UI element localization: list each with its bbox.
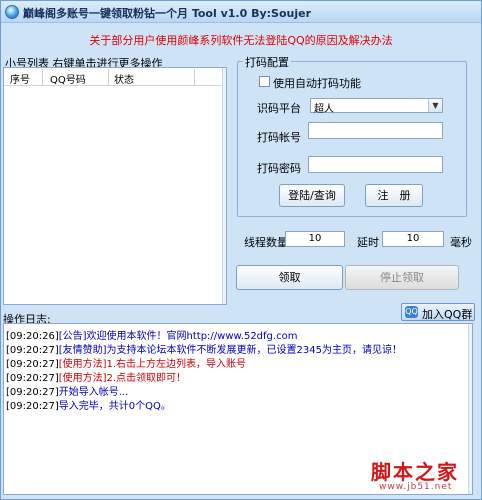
delay-label: 延时 — [357, 236, 379, 249]
column-divider[interactable] — [194, 69, 195, 85]
delay-input[interactable]: 10 — [382, 231, 444, 247]
log-line: [09:20:27][使用方法]2.点击领取即可！ — [6, 369, 186, 384]
thread-count-label: 线程数量 — [244, 236, 288, 249]
log-scrollbar[interactable] — [468, 324, 472, 494]
captcha-password-input[interactable] — [308, 156, 443, 173]
column-header-status[interactable]: 状态 — [114, 71, 134, 86]
account-list-scrollbar[interactable] — [222, 68, 226, 304]
captcha-password-label: 打码密码 — [257, 162, 301, 175]
log-timestamp: [09:20:27] — [6, 401, 59, 412]
title-bar[interactable]: 巅峰阁多账号一键领取粉钻一个月 Tool v1.0 By:Soujer — [1, 1, 481, 23]
watermark-title: 脚本之家 — [371, 460, 459, 484]
main-window: 巅峰阁多账号一键领取粉钻一个月 Tool v1.0 By:Soujer 关于部分… — [0, 0, 482, 500]
auto-captcha-checkbox[interactable] — [259, 76, 270, 87]
chevron-down-icon[interactable]: ▼ — [428, 99, 442, 112]
help-notice-link[interactable]: 关于部分用户使用颜峰系列软件无法登陆QQ的原因及解决办法 — [1, 32, 481, 48]
account-list[interactable]: 序号 QQ号码 状态 — [3, 67, 227, 305]
captcha-account-input[interactable] — [308, 122, 443, 139]
delay-unit-label: 毫秒 — [450, 236, 472, 249]
log-line: [09:20:27]开始导入帐号... — [6, 383, 128, 398]
log-line: [09:20:27]导入完毕，共计0个QQ。 — [6, 397, 171, 412]
thread-count-input[interactable]: 10 — [285, 231, 345, 247]
app-logo-icon — [5, 5, 19, 19]
log-message: 导入完毕，共计0个QQ。 — [58, 401, 171, 412]
platform-select[interactable]: 超人 ▼ — [310, 98, 443, 115]
column-header-index[interactable]: 序号 — [10, 71, 30, 86]
site-watermark: 脚本之家 www.jb51.net — [371, 456, 459, 492]
log-line: [09:20:27][使用方法]1.右击上方左边列表，导入账号 — [6, 355, 246, 370]
window-title: 巅峰阁多账号一键领取粉钻一个月 Tool v1.0 By:Soujer — [23, 7, 311, 20]
column-divider[interactable] — [108, 69, 109, 85]
column-header-qq[interactable]: QQ号码 — [50, 71, 86, 86]
column-divider[interactable] — [42, 69, 43, 85]
platform-selected-value: 超人 — [314, 104, 334, 115]
claim-button[interactable]: 领取 — [236, 265, 343, 290]
log-line: [09:20:26][公告]欢迎使用本软件！官网http://www.52dfg… — [6, 327, 297, 342]
join-qq-group-label: 加入QQ群 — [422, 308, 473, 321]
login-query-button[interactable]: 登陆/查询 — [279, 184, 345, 207]
auto-captcha-label[interactable]: 使用自动打码功能 — [273, 75, 361, 91]
captcha-settings-title: 打码配置 — [243, 54, 291, 70]
join-qq-group-button[interactable]: QQ 加入QQ群 — [401, 303, 475, 321]
account-list-header: 序号 QQ号码 状态 — [4, 68, 226, 86]
captcha-account-label: 打码帐号 — [257, 131, 301, 144]
watermark-url: www.jb51.net — [379, 482, 453, 492]
stop-claim-button[interactable]: 停止领取 — [345, 265, 459, 290]
log-line: [09:20:27][友情赞助]为支持本论坛本软件不断发展更新，已设置2345为… — [6, 341, 402, 356]
qq-group-icon: QQ — [405, 306, 418, 318]
register-button[interactable]: 注 册 — [365, 184, 423, 207]
platform-label: 识码平台 — [257, 102, 301, 115]
